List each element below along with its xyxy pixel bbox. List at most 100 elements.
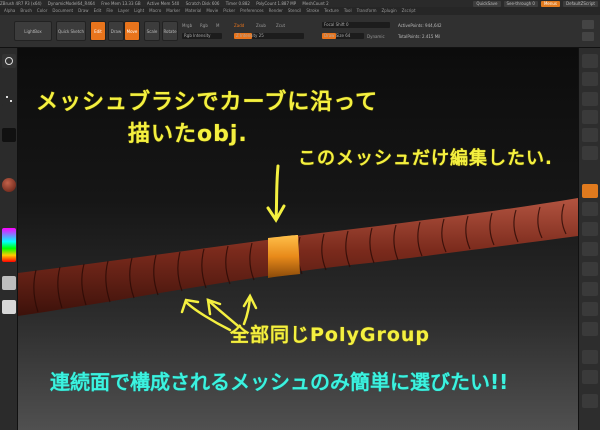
- menu-item[interactable]: Zplugin: [382, 7, 397, 15]
- quicksave-button[interactable]: QuickSave: [473, 0, 501, 7]
- zscript-button[interactable]: DefaultZScript: [563, 0, 598, 7]
- title-bar: ZBrush 4R7 P3 (x64) DynamicModel64_R464 …: [0, 0, 600, 7]
- menu-item[interactable]: Color: [37, 7, 47, 15]
- z-intensity-value: 25: [258, 33, 264, 38]
- menu-item[interactable]: Picker: [223, 7, 235, 15]
- menu-item[interactable]: Brush: [20, 7, 32, 15]
- menu-item[interactable]: Stroke: [306, 7, 319, 15]
- xyz-icon[interactable]: [582, 242, 598, 256]
- palette-icon[interactable]: [582, 20, 594, 29]
- secondary-color-swatch[interactable]: [2, 300, 16, 314]
- material-sphere-icon[interactable]: [2, 178, 16, 192]
- menus-button[interactable]: Menus: [540, 0, 561, 7]
- actual-icon[interactable]: [582, 128, 598, 142]
- menu-item[interactable]: Edit: [94, 7, 102, 15]
- document-canvas[interactable]: メッシュブラシでカーブに沿って 描いたobj. このメッシュだけ編集したい. 全…: [18, 48, 578, 430]
- title-item: DynamicModel64_R464: [47, 1, 95, 6]
- zoom-icon[interactable]: [582, 110, 598, 124]
- color-picker-icon[interactable]: [2, 228, 16, 262]
- stroke-icon[interactable]: [2, 92, 16, 106]
- bpr-icon[interactable]: [582, 54, 598, 68]
- menu-item[interactable]: Transform: [357, 7, 377, 15]
- menu-item[interactable]: Marker: [166, 7, 180, 15]
- title-item: Scratch Disk 606: [185, 1, 220, 6]
- title-item: Timer 0.882: [225, 1, 250, 6]
- store-config-icon[interactable]: [582, 32, 594, 41]
- stroke-dot: [6, 96, 8, 98]
- title-item: ZBrush 4R7 P3 (x64): [0, 1, 42, 6]
- right-tray: [578, 48, 600, 430]
- menu-item[interactable]: Movie: [206, 7, 218, 15]
- menu-item[interactable]: Light: [134, 7, 144, 15]
- left-tray: [0, 48, 18, 430]
- mrgb-label[interactable]: Mrgb: [182, 23, 192, 28]
- focal-shift-value: 0: [346, 22, 349, 27]
- annotation-edit-note: このメッシュだけ編集したい.: [298, 148, 553, 169]
- stroke-dot: [10, 100, 12, 102]
- menu-bar: Alpha Brush Color Document Draw Edit Fil…: [0, 7, 600, 15]
- polyf-icon[interactable]: [582, 350, 598, 364]
- menu-item[interactable]: Texture: [324, 7, 339, 15]
- total-points-readout: TotalPoints: 2.415 Mil: [398, 34, 440, 39]
- annotation-line-1: メッシュブラシでカーブに沿って: [36, 90, 379, 115]
- z-intensity-label: Z Intensity: [236, 33, 258, 38]
- annotation-line-2: 描いたobj.: [128, 122, 248, 147]
- menu-item[interactable]: Document: [52, 7, 73, 15]
- aahalf-icon[interactable]: [582, 146, 598, 160]
- draw-button[interactable]: Draw: [108, 21, 124, 41]
- frame-icon[interactable]: [582, 262, 598, 276]
- zcut-toggle[interactable]: Zcut: [276, 23, 285, 28]
- local-icon[interactable]: [582, 222, 598, 236]
- scale-button[interactable]: Scale: [144, 21, 160, 41]
- menu-item[interactable]: Render: [269, 7, 283, 15]
- menu-item[interactable]: Macro: [149, 7, 161, 15]
- selected-mesh-segment[interactable]: [268, 235, 300, 278]
- rotate-view-icon[interactable]: [582, 322, 598, 336]
- top-shelf: LightBox Quick Sketch Edit Draw Move Sca…: [0, 15, 600, 48]
- title-item: MeshCount 2: [302, 1, 329, 6]
- menu-item[interactable]: Preferences: [240, 7, 264, 15]
- zoom3d-icon[interactable]: [582, 302, 598, 316]
- spix-icon[interactable]: [582, 72, 598, 86]
- move-view-icon[interactable]: [582, 282, 598, 296]
- menu-item[interactable]: File: [106, 7, 113, 15]
- m-label[interactable]: M: [216, 23, 219, 28]
- total-points-label: TotalPoints:: [398, 34, 421, 39]
- zadd-toggle[interactable]: Zadd: [234, 23, 244, 28]
- zsub-toggle[interactable]: Zsub: [256, 23, 266, 28]
- quick-sketch-button[interactable]: Quick Sketch: [56, 21, 86, 41]
- menu-item[interactable]: Material: [185, 7, 201, 15]
- title-item: Free Mem 13.33 GB: [101, 1, 141, 6]
- scroll-icon[interactable]: [582, 92, 598, 106]
- move-button[interactable]: Move: [124, 21, 140, 41]
- title-item: PolyCount 1.887 MP: [256, 1, 297, 6]
- menu-item[interactable]: Alpha: [4, 7, 15, 15]
- annotation-bottom: 連続面で構成されるメッシュのみ簡単に選びたい!!: [50, 370, 509, 394]
- floor-icon[interactable]: [582, 202, 598, 216]
- edit-button[interactable]: Edit: [90, 21, 106, 41]
- transp-icon[interactable]: [582, 370, 598, 384]
- rotate-button[interactable]: Rotate: [162, 21, 178, 41]
- menu-item[interactable]: Tool: [344, 7, 352, 15]
- draw-size-value: 64: [345, 33, 351, 38]
- see-through-slider[interactable]: See-through 0: [503, 0, 538, 7]
- menu-item[interactable]: Layer: [118, 7, 129, 15]
- lightbox-button[interactable]: LightBox: [14, 21, 52, 41]
- draw-size-slider[interactable]: Draw Size 64: [322, 33, 364, 39]
- z-intensity-slider[interactable]: Z Intensity 25: [234, 33, 304, 39]
- draw-size-label: Draw Size: [324, 33, 344, 38]
- annotation-polygroup: 全部同じPolyGroup: [230, 324, 431, 346]
- active-points-readout: ActivePoints: 944,642: [398, 23, 442, 28]
- persp-icon[interactable]: [582, 184, 598, 198]
- menu-item[interactable]: Draw: [78, 7, 88, 15]
- menu-item[interactable]: Stencil: [288, 7, 302, 15]
- rgb-intensity-slider[interactable]: Rgb Intensity: [182, 33, 222, 39]
- rgb-label[interactable]: Rgb: [200, 23, 208, 28]
- brush-icon[interactable]: [2, 54, 16, 68]
- menu-item[interactable]: Zscript: [402, 7, 416, 15]
- focal-shift-slider[interactable]: Focal Shift 0: [322, 22, 390, 28]
- dynamic-toggle[interactable]: Dynamic: [367, 34, 385, 39]
- main-color-swatch[interactable]: [2, 276, 16, 290]
- solo-icon[interactable]: [582, 394, 598, 408]
- alpha-icon[interactable]: [2, 128, 16, 142]
